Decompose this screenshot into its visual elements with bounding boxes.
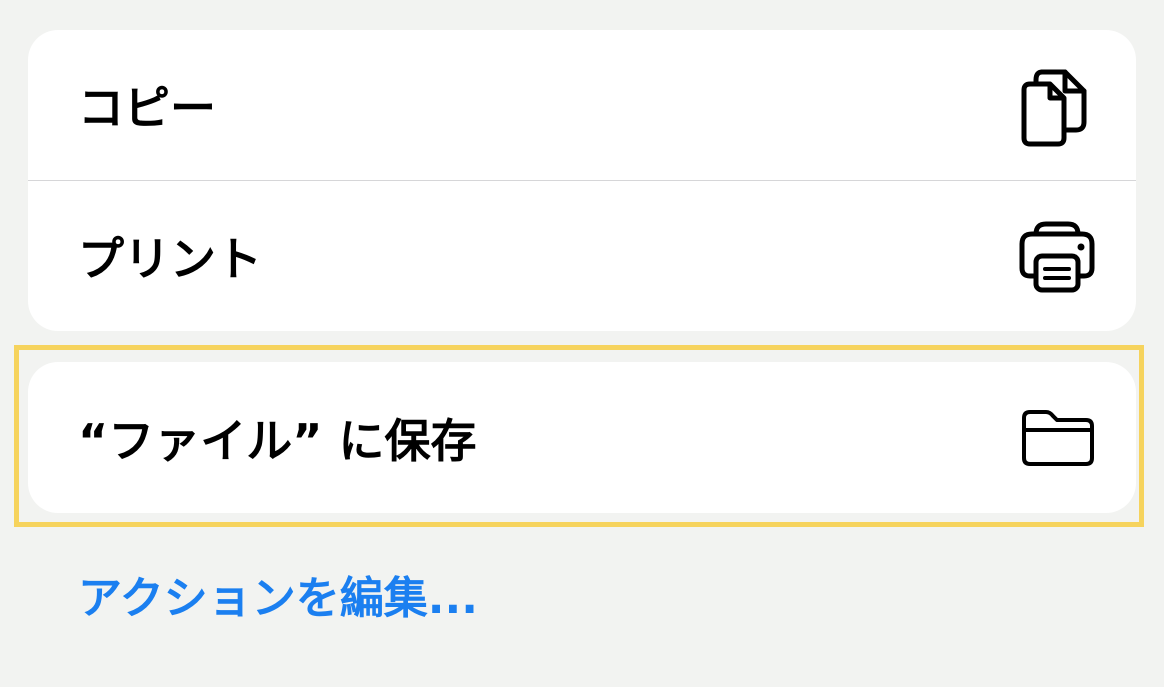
- edit-actions-link[interactable]: アクションを編集...: [78, 562, 478, 626]
- save-group: “ファイル” に保存: [28, 362, 1136, 513]
- save-to-files-action[interactable]: “ファイル” に保存: [28, 362, 1136, 513]
- copy-icon: [1021, 69, 1087, 147]
- folder-icon: [1022, 410, 1094, 466]
- print-action-label: プリント: [78, 232, 262, 286]
- printer-icon: [1019, 221, 1095, 293]
- copy-action[interactable]: コピー: [28, 30, 1136, 180]
- save-to-files-label: “ファイル” に保存: [78, 413, 477, 468]
- copy-action-label: コピー: [78, 81, 216, 135]
- print-action[interactable]: プリント: [28, 181, 1136, 331]
- actions-group: コピー プリント: [28, 30, 1136, 331]
